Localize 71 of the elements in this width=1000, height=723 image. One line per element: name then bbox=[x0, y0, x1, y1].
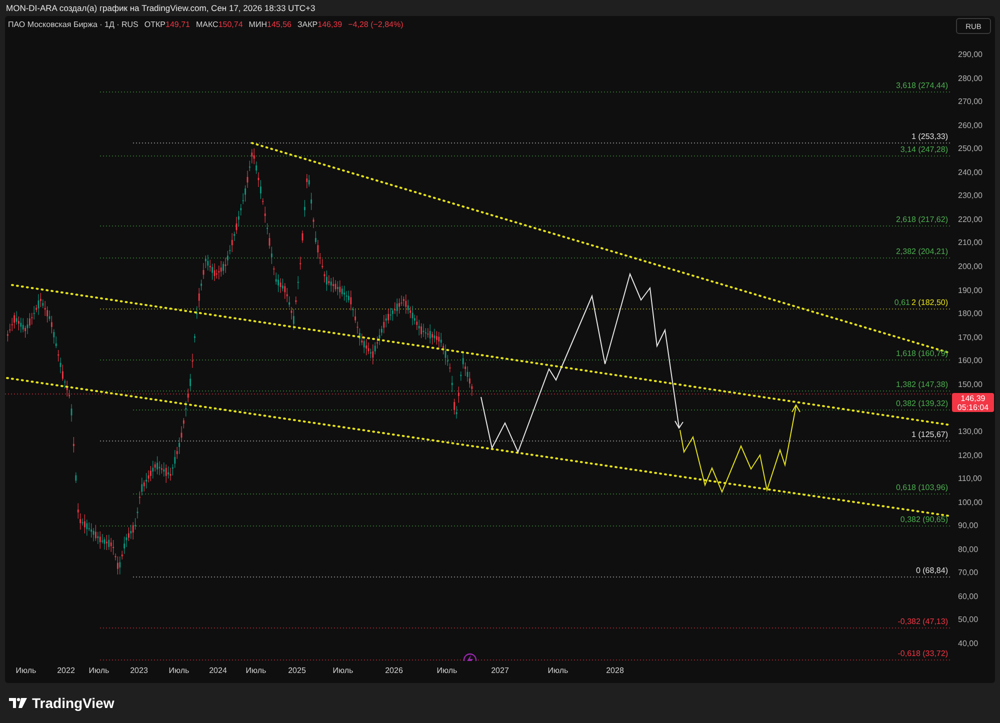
fib-level-label: -0,618 (33,72) bbox=[898, 649, 948, 659]
ohlc-label: ОТКР bbox=[144, 20, 166, 29]
bar-countdown: 05:16:04 bbox=[957, 402, 989, 412]
fib-level-label: 0,61 bbox=[894, 298, 910, 308]
fib-level-label: 0 (68,84) bbox=[916, 566, 948, 576]
fib-level-label: 2,382 (204,21) bbox=[896, 247, 948, 257]
ohlc-label: ЗАКР bbox=[297, 20, 318, 29]
ohlc-label: МАКС bbox=[196, 20, 218, 29]
time-tick-label: 2022 bbox=[57, 666, 75, 675]
price-tick-label: 190,00 bbox=[958, 284, 982, 297]
fib-level-label: 1 (253,33) bbox=[912, 132, 948, 142]
price-tick-label: 90,00 bbox=[958, 520, 978, 532]
fib-level-label: 1 (125,67) bbox=[912, 430, 948, 440]
time-tick-label: Июль bbox=[246, 666, 266, 675]
last-price: 146,39 bbox=[960, 394, 986, 402]
ohlc-value: 146,39 bbox=[318, 20, 342, 29]
price-tick-label: 260,00 bbox=[958, 120, 982, 132]
time-tick-label: 2024 bbox=[209, 666, 227, 675]
price-tick-label: 230,00 bbox=[958, 190, 982, 202]
price-tick-label: 220,00 bbox=[958, 214, 982, 226]
chart-author-caption: MON-DI-ARA создал(а) график на TradingView.com, Сен 17, 2026 18:33 UTC+3 bbox=[5, 2, 316, 15]
fib-level-label: 3,618 (274,44) bbox=[896, 81, 948, 91]
price-tick-label: 240,00 bbox=[958, 166, 982, 179]
time-tick-label: 2026 bbox=[385, 666, 403, 675]
price-tick-label: 100,00 bbox=[958, 496, 982, 509]
price-tick-label: 180,00 bbox=[958, 308, 982, 320]
price-tick-label: 130,00 bbox=[958, 426, 982, 438]
fib-level-label: -0,382 (47,13) bbox=[898, 617, 948, 627]
time-tick-label: Июль bbox=[548, 666, 568, 675]
fib-level-label: 0,382 (139,32) bbox=[896, 399, 948, 409]
time-tick-label: 2027 bbox=[491, 666, 509, 675]
fib-level-label: 0,618 (103,96) bbox=[896, 483, 948, 493]
price-tick-label: 280,00 bbox=[958, 72, 982, 85]
fib-level-label: 2,618 (217,62) bbox=[896, 215, 948, 225]
brand-name: TradingView bbox=[32, 695, 114, 711]
time-tick-label: Июль bbox=[436, 666, 458, 675]
price-tick-label: 270,00 bbox=[958, 96, 982, 108]
price-tick-label: 250,00 bbox=[958, 143, 982, 156]
price-tick-label: 40,00 bbox=[958, 638, 978, 650]
price-tick-label: 120,00 bbox=[958, 450, 982, 462]
time-tick-label: 2023 bbox=[130, 666, 148, 675]
symbol-title: ПАО Московская Биржа · 1Д · RUS bbox=[8, 20, 138, 29]
time-tick-label: Июль bbox=[88, 666, 110, 675]
lightning-icon[interactable] bbox=[463, 653, 477, 661]
time-tick-label: 2025 bbox=[288, 666, 306, 675]
time-tick-label: Июль bbox=[332, 666, 354, 675]
price-tick-label: 80,00 bbox=[958, 544, 978, 556]
time-tick-label: Июль bbox=[168, 666, 190, 675]
ohlc-value: 149,71 bbox=[166, 20, 190, 29]
price-change: −4,28 (−2,84%) bbox=[348, 20, 404, 29]
time-tick-label: Июль bbox=[16, 666, 36, 675]
time-tick-label: 2028 bbox=[606, 666, 624, 675]
fib-level-label: 3,14 (247,28) bbox=[900, 145, 948, 155]
logo-icon bbox=[9, 698, 27, 708]
fib-level-label: 1,382 (147,38) bbox=[896, 380, 948, 390]
price-tick-label: 200,00 bbox=[958, 261, 982, 274]
fib-level-label: 1,618 (160,79) bbox=[896, 349, 948, 359]
fib-level-label: 2 (182,50) bbox=[912, 298, 948, 308]
price-tick-label: 160,00 bbox=[958, 355, 982, 368]
ohlc-value: 150,74 bbox=[218, 20, 243, 29]
price-tick-label: 50,00 bbox=[958, 614, 978, 626]
price-tick-label: 170,00 bbox=[958, 332, 982, 344]
price-tick-label: 290,00 bbox=[958, 49, 982, 61]
ohlc-label: МИН bbox=[248, 20, 267, 29]
price-tick-label: 60,00 bbox=[958, 590, 978, 603]
ohlc-value: 145,56 bbox=[267, 20, 292, 29]
price-tick-label: 110,00 bbox=[958, 473, 982, 486]
fib-level-label: 0,382 (90,65) bbox=[900, 515, 948, 525]
price-tick-label: 70,00 bbox=[958, 567, 978, 580]
price-tick-label: 150,00 bbox=[958, 378, 982, 391]
price-tick-label: 210,00 bbox=[958, 237, 982, 250]
